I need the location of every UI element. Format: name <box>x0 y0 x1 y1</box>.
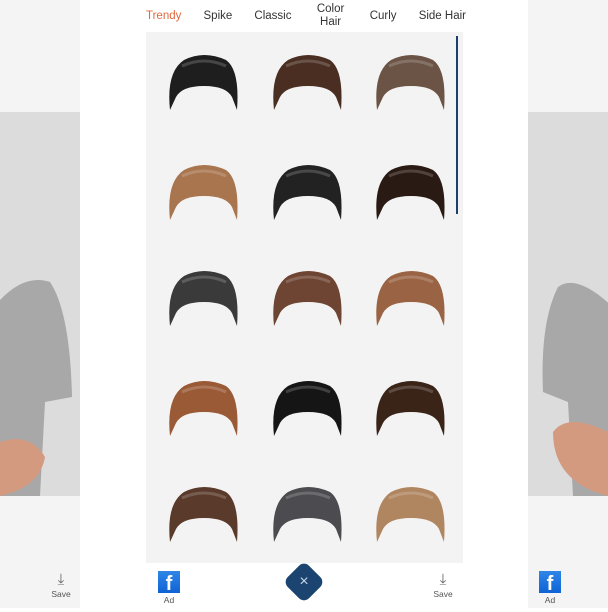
background-preview-right <box>528 0 608 608</box>
hair-icon <box>273 381 342 436</box>
ad-label: Ad <box>163 595 175 605</box>
hair-icon <box>376 487 445 542</box>
save-button[interactable]: ⤓ Save <box>423 571 463 599</box>
facebook-icon: f <box>158 571 180 593</box>
hair-icon <box>376 165 445 220</box>
save-button[interactable]: ⤓ Save <box>41 571 81 599</box>
save-label: Save <box>433 589 453 599</box>
hairstyle-grid <box>146 32 463 563</box>
hairstyle-item[interactable] <box>268 268 348 338</box>
hair-icon <box>273 487 342 542</box>
hair-icon <box>169 165 238 220</box>
download-icon: ⤓ <box>57 571 65 588</box>
facebook-ad-button[interactable]: f Ad <box>149 571 189 605</box>
person-photo <box>528 112 608 496</box>
facebook-icon: f <box>539 571 561 593</box>
background-preview-left <box>0 0 80 608</box>
hairstyle-item[interactable] <box>164 52 244 122</box>
hairstyle-item[interactable] <box>164 484 244 554</box>
facebook-ad-button[interactable]: f Ad <box>530 571 570 605</box>
hairstyle-item[interactable] <box>164 268 244 338</box>
hairstyle-item[interactable] <box>371 52 451 122</box>
close-button[interactable]: × <box>282 560 326 604</box>
hair-icon <box>376 271 445 326</box>
hairstyle-item[interactable] <box>371 162 451 232</box>
tab-classic[interactable]: Classic <box>254 10 291 23</box>
hair-icon <box>169 487 238 542</box>
hairstyle-item[interactable] <box>371 378 451 448</box>
scrollbar[interactable] <box>456 36 458 214</box>
hair-icon <box>169 55 238 110</box>
tab-color-hair[interactable]: Color Hair <box>314 3 348 29</box>
hairstyle-item[interactable] <box>268 52 348 122</box>
tab-side-hair[interactable]: Side Hair <box>419 10 466 23</box>
hairstyle-item[interactable] <box>371 484 451 554</box>
hair-icon <box>376 381 445 436</box>
hairstyle-item[interactable] <box>268 378 348 448</box>
hairstyle-item[interactable] <box>268 162 348 232</box>
ad-label: Ad <box>544 595 556 605</box>
hair-icon <box>273 165 342 220</box>
hairstyle-item[interactable] <box>164 162 244 232</box>
tab-trendy[interactable]: Trendy <box>146 10 181 23</box>
category-tabs: Trendy Spike Classic Color Hair Curly Si… <box>146 0 466 32</box>
tab-spike[interactable]: Spike <box>204 10 233 23</box>
hair-icon <box>273 271 342 326</box>
download-icon: ⤓ <box>439 571 447 588</box>
hairstyle-item[interactable] <box>371 268 451 338</box>
close-icon: × <box>299 573 309 590</box>
hair-icon <box>169 381 238 436</box>
tab-curly[interactable]: Curly <box>370 10 397 23</box>
hairstyle-item[interactable] <box>164 378 244 448</box>
bottom-bar: ⤓ Save f Ad × ⤓ Save f Ad <box>0 560 608 608</box>
save-label: Save <box>51 589 71 599</box>
hairstyle-item[interactable] <box>268 484 348 554</box>
hair-icon <box>273 55 342 110</box>
hair-icon <box>376 55 445 110</box>
hair-icon <box>169 271 238 326</box>
person-photo <box>0 112 80 496</box>
